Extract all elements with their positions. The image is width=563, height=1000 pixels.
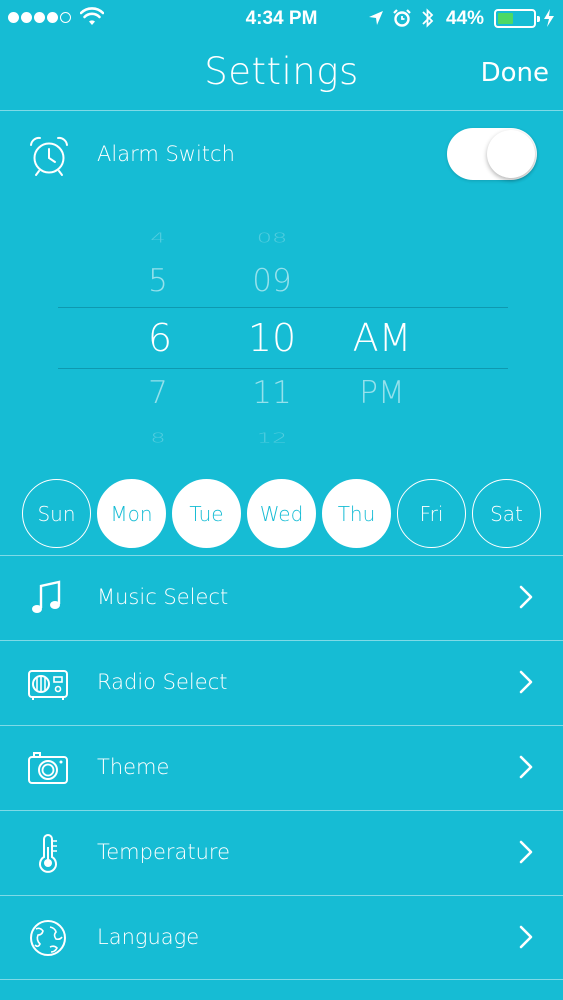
alarm-switch-label: Alarm Switch <box>97 142 235 166</box>
picker-minute-option[interactable]: 08 <box>257 230 288 245</box>
time-picker[interactable]: 4 5 6 7 8 08 09 10 11 12 AM PM <box>0 220 563 450</box>
day-fri-button[interactable]: Fri <box>397 479 466 548</box>
chevron-right-icon <box>519 585 533 609</box>
menu-item-theme[interactable]: Theme <box>0 725 563 810</box>
day-selector: Sun Mon Tue Wed Thu Fri Sat <box>22 479 541 548</box>
chevron-right-icon <box>519 755 533 779</box>
picker-minute-option[interactable]: 11 <box>252 375 291 411</box>
picker-minute-option[interactable]: 09 <box>252 263 291 299</box>
location-arrow-icon <box>369 11 383 25</box>
menu-item-label: Temperature <box>97 840 231 864</box>
divider <box>0 110 563 111</box>
picker-hour-option[interactable]: 5 <box>148 263 168 299</box>
menu-item-language[interactable]: Language <box>0 895 563 980</box>
picker-period-selected[interactable]: AM <box>353 316 412 360</box>
alarm-clock-small-icon <box>393 9 411 27</box>
music-note-icon <box>32 580 61 613</box>
thermometer-icon <box>39 834 57 873</box>
alarm-switch-toggle[interactable] <box>447 128 537 180</box>
menu-item-label: Music Select <box>97 585 229 609</box>
picker-period-option[interactable]: PM <box>359 375 404 411</box>
status-bar: 4:34 PM 44% <box>0 0 563 38</box>
chevron-right-icon <box>519 840 533 864</box>
picker-hour-option[interactable]: 4 <box>150 230 165 245</box>
picker-minute-option[interactable]: 12 <box>257 430 288 445</box>
chevron-right-icon <box>519 925 533 949</box>
camera-icon <box>28 752 68 784</box>
settings-menu: Music Select Radio Select Theme Temperat… <box>0 555 563 980</box>
picker-hour-option[interactable]: 8 <box>150 430 165 445</box>
globe-icon <box>30 920 66 956</box>
toggle-knob <box>487 130 535 178</box>
battery-icon <box>494 9 540 28</box>
battery-percent: 44% <box>446 8 485 29</box>
menu-item-radio-select[interactable]: Radio Select <box>0 640 563 725</box>
day-mon-button[interactable]: Mon <box>97 479 166 548</box>
menu-item-music-select[interactable]: Music Select <box>0 555 563 640</box>
page-title: Settings <box>204 50 359 93</box>
chevron-right-icon <box>519 670 533 694</box>
picker-hour-option[interactable]: 7 <box>148 375 168 411</box>
menu-item-label: Radio Select <box>97 670 228 694</box>
day-tue-button[interactable]: Tue <box>172 479 241 548</box>
menu-item-label: Theme <box>97 755 170 779</box>
alarm-clock-icon <box>30 136 68 176</box>
day-wed-button[interactable]: Wed <box>247 479 316 548</box>
picker-hour-selected[interactable]: 6 <box>148 316 172 360</box>
radio-icon <box>28 670 68 700</box>
picker-minute-selected[interactable]: 10 <box>248 316 296 360</box>
menu-item-temperature[interactable]: Temperature <box>0 810 563 895</box>
day-thu-button[interactable]: Thu <box>322 479 391 548</box>
picker-selection-line <box>58 368 508 369</box>
day-sat-button[interactable]: Sat <box>472 479 541 548</box>
picker-selection-line <box>58 307 508 308</box>
menu-item-label: Language <box>97 925 200 949</box>
day-sun-button[interactable]: Sun <box>22 479 91 548</box>
done-button[interactable]: Done <box>481 58 549 88</box>
bluetooth-icon <box>422 8 434 28</box>
charging-bolt-icon <box>544 9 554 27</box>
